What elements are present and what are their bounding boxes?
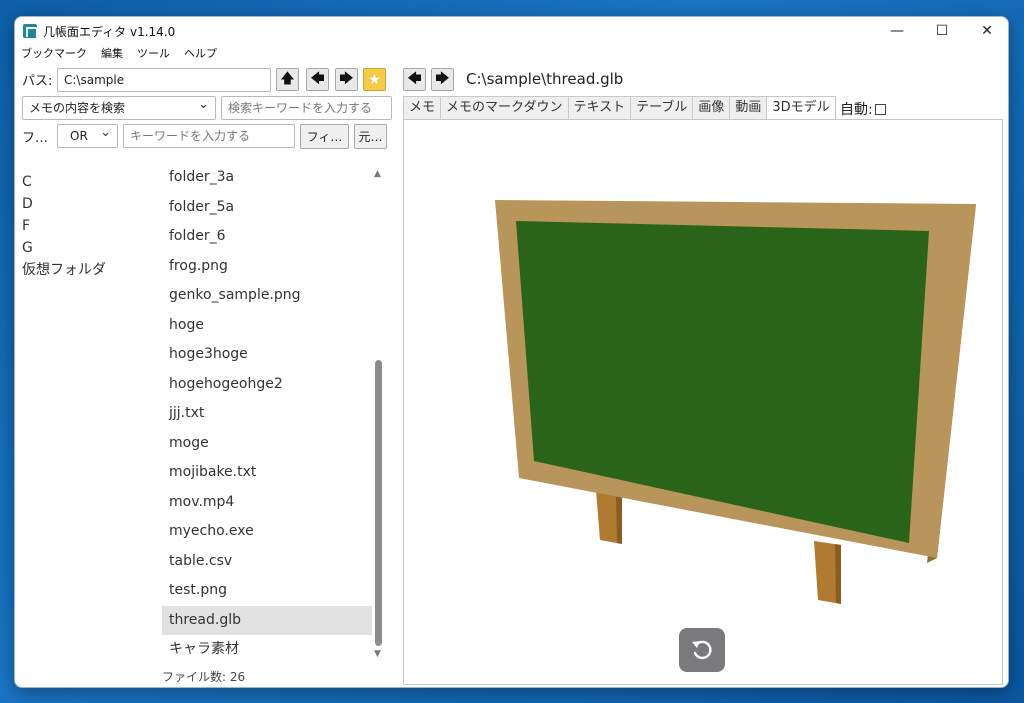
auto-checkbox[interactable] [874,104,886,115]
scroll-up-icon[interactable]: ▲ [374,169,381,179]
filter-label: フ… [22,131,49,146]
list-item[interactable]: folder_3a [162,163,372,193]
search-keyword-input[interactable]: 検索キーワードを入力する [221,96,392,120]
list-item[interactable]: test.png [162,576,372,606]
search-mode-select[interactable]: メモの内容を検索 [22,94,216,120]
blackboard-model [495,200,976,604]
tab-image[interactable]: 画像 [692,96,730,120]
path-label: パス: [22,74,53,89]
viewer-tabs: メモ メモのマークダウン テキスト テーブル 画像 動画 3Dモデル [403,96,836,120]
rotate-reset-icon [692,640,712,660]
scroll-thumb[interactable] [375,360,382,646]
scroll-down-icon[interactable]: ▼ [374,649,381,659]
app-window: 几帳面エディタ v1.14.0 — ☐ ✕ ブックマーク 編集 ツール ヘルプ … [14,16,1009,688]
file-count: ファイル数: 26 [162,670,246,684]
star-icon: ★ [368,71,381,88]
list-item[interactable]: genko_sample.png [162,281,372,311]
tab-text[interactable]: テキスト [567,96,631,120]
auto-toggle[interactable]: 自動: [840,99,886,119]
viewer-back-button[interactable]: 🡄 [403,68,426,91]
file-list-scrollbar[interactable]: ▲ ▼ [372,165,386,665]
path-input[interactable]: C:\sample [57,68,271,92]
close-button[interactable]: ✕ [965,17,1008,45]
forward-button[interactable]: 🡆 [335,68,358,91]
maximize-button[interactable]: ☐ [920,17,964,45]
drive-tree: C D F G 仮想フォルダ [22,171,106,281]
tab-table[interactable]: テーブル [630,96,693,120]
list-item[interactable]: myecho.exe [162,517,372,547]
restore-button[interactable]: 元… [354,124,387,149]
app-logo-icon [23,24,38,38]
drive-item[interactable]: G [22,237,106,259]
list-item[interactable]: hogehogeohge2 [162,370,372,400]
file-list: folder_3a folder_5a folder_6 frog.png ge… [162,163,372,665]
menu-help[interactable]: ヘルプ [184,45,217,63]
board-surface [516,221,929,543]
tab-memo[interactable]: メモ [403,96,441,120]
minimize-icon: — [890,23,904,39]
list-item[interactable]: folder_6 [162,222,372,252]
virtual-folder-item[interactable]: 仮想フォルダ [22,259,106,281]
bookmark-button[interactable]: ★ [363,68,386,91]
drive-item[interactable]: F [22,215,106,237]
menu-edit[interactable]: 編集 [101,45,123,63]
list-item[interactable]: jjj.txt [162,399,372,429]
list-item[interactable]: moge [162,429,372,459]
right-arrow-icon: 🡆 [435,70,450,87]
menu-bar: ブックマーク 編集 ツール ヘルプ [15,45,1008,63]
current-file-path: C:\sample\thread.glb [466,70,624,88]
filter-button[interactable]: フィ… [300,124,349,149]
list-item[interactable]: キャラ素材 [162,635,372,665]
list-item[interactable]: hoge [162,311,372,341]
title-bar: 几帳面エディタ v1.14.0 — ☐ ✕ [15,17,1008,45]
list-item[interactable]: folder_5a [162,193,372,223]
menu-tools[interactable]: ツール [137,45,170,63]
list-item[interactable]: frog.png [162,252,372,282]
list-item[interactable]: hoge3hoge [162,340,372,370]
model-viewer[interactable] [403,119,1003,685]
menu-bookmark[interactable]: ブックマーク [21,45,87,63]
drive-item[interactable]: D [22,193,106,215]
maximize-icon: ☐ [935,23,949,39]
tab-3d-model[interactable]: 3Dモデル [766,96,836,120]
left-arrow-icon: 🡄 [310,70,325,87]
list-item[interactable]: table.csv [162,547,372,577]
auto-label: 自動: [840,102,873,118]
right-arrow-icon: 🡆 [339,70,354,87]
window-title: 几帳面エディタ v1.14.0 [43,25,176,39]
list-item[interactable]: mov.mp4 [162,488,372,518]
up-folder-button[interactable]: 🡅 [276,68,299,91]
filter-keyword-input[interactable]: キーワードを入力する [123,124,295,148]
selected-list-item[interactable]: thread.glb [162,605,372,635]
minimize-button[interactable]: — [875,17,919,45]
filter-operator-select[interactable]: OR [57,122,118,148]
viewer-forward-button[interactable]: 🡆 [431,68,454,91]
tab-video[interactable]: 動画 [729,96,767,120]
up-arrow-icon: 🡅 [280,70,295,87]
back-button[interactable]: 🡄 [306,68,329,91]
left-arrow-icon: 🡄 [407,70,422,87]
tab-memo-markdown[interactable]: メモのマークダウン [440,96,568,120]
drive-item[interactable]: C [22,171,106,193]
close-icon: ✕ [981,23,993,39]
list-item[interactable]: mojibake.txt [162,458,372,488]
reset-view-button[interactable] [679,628,725,672]
